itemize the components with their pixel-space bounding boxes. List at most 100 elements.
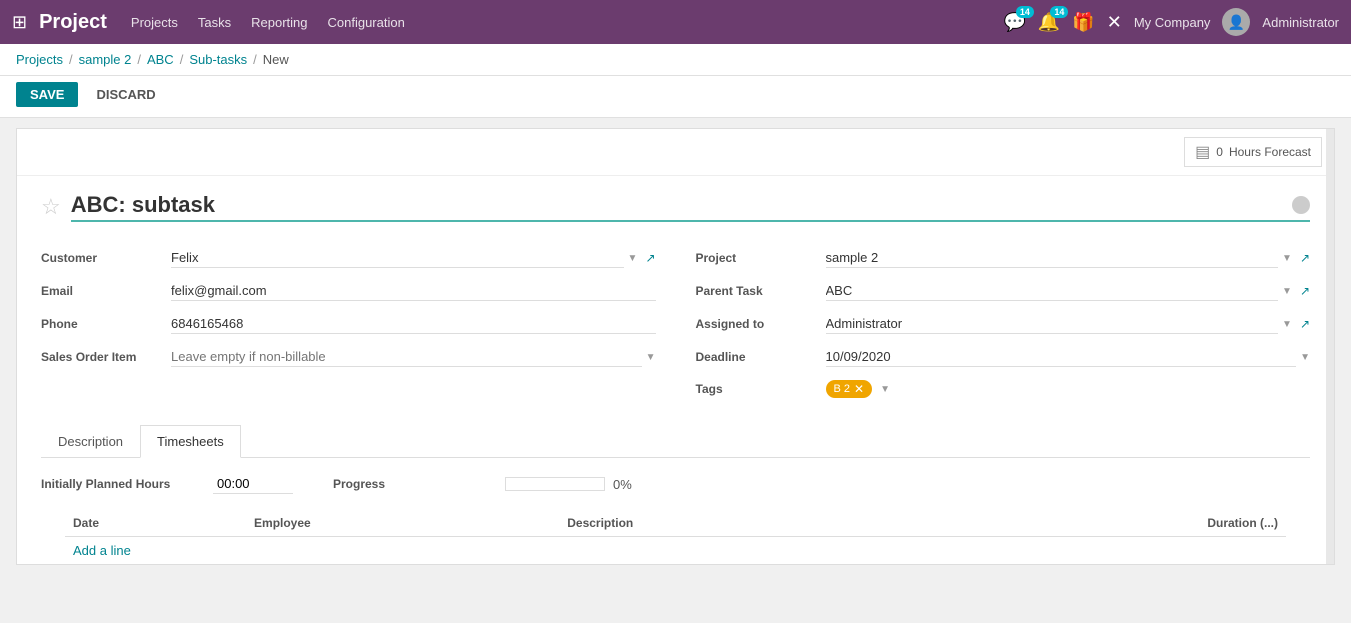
deadline-label: Deadline <box>696 350 826 364</box>
company-name[interactable]: My Company <box>1134 15 1211 30</box>
nav-reporting[interactable]: Reporting <box>251 11 307 34</box>
customer-field: Customer ▼ ↗ <box>41 242 656 275</box>
grid-menu-icon[interactable]: ⊞ <box>12 12 27 33</box>
tags-wrapper: B 2 ✕ ▼ <box>826 380 1311 398</box>
deadline-dropdown-arrow[interactable]: ▼ <box>1300 352 1310 363</box>
deadline-input[interactable] <box>826 347 1297 367</box>
phone-field: Phone <box>41 308 656 341</box>
email-input[interactable] <box>171 281 656 301</box>
title-area: ☆ <box>41 192 1310 222</box>
assigned-input[interactable] <box>826 314 1279 334</box>
email-field: Email <box>41 275 656 308</box>
tags-label: Tags <box>696 382 826 396</box>
admin-name[interactable]: Administrator <box>1262 15 1339 30</box>
col-date: Date <box>65 510 246 537</box>
forecast-grid-icon: ▤ <box>1195 142 1210 162</box>
main-area: ▤ 0 Hours Forecast ☆ Customer <box>0 118 1351 575</box>
deadline-wrapper: ▼ <box>826 347 1311 367</box>
action-bar: SAVE DISCARD <box>0 76 1351 118</box>
col-employee: Employee <box>246 510 559 537</box>
progress-percentage: 0% <box>613 477 632 492</box>
customer-input[interactable] <box>171 248 624 268</box>
task-title-input[interactable] <box>71 192 1310 222</box>
phone-label: Phone <box>41 317 171 331</box>
timesheet-table: Date Employee Description Duration (...) <box>65 510 1286 537</box>
tag-b2-remove-icon[interactable]: ✕ <box>854 382 864 396</box>
tag-b2-value: B 2 <box>834 383 851 395</box>
project-input[interactable] <box>826 248 1279 268</box>
hours-forecast-button[interactable]: ▤ 0 Hours Forecast <box>1184 137 1322 167</box>
save-button[interactable]: SAVE <box>16 82 78 107</box>
customer-select-wrapper: ▼ ↗ <box>171 248 656 268</box>
planned-hours-label: Initially Planned Hours <box>41 477 201 491</box>
add-line-link[interactable]: Add a line <box>65 537 139 564</box>
parent-task-external-link-icon[interactable]: ↗ <box>1300 284 1310 298</box>
top-navigation: ⊞ Project Projects Tasks Reporting Confi… <box>0 0 1351 44</box>
hours-forecast-value: 0 <box>1216 145 1223 159</box>
sales-order-input[interactable] <box>171 347 642 367</box>
progress-bar-container: 0% <box>505 477 632 492</box>
hours-forecast-label: Hours Forecast <box>1229 145 1311 159</box>
breadcrumb-sep-3: / <box>180 52 184 67</box>
customer-dropdown-arrow[interactable]: ▼ <box>628 253 638 264</box>
email-label: Email <box>41 284 171 298</box>
tags-dropdown-arrow[interactable]: ▼ <box>880 384 890 395</box>
tag-b2-badge: B 2 ✕ <box>826 380 873 398</box>
parent-task-label: Parent Task <box>696 284 826 298</box>
sales-order-wrapper: ▼ <box>171 347 656 367</box>
sales-order-label: Sales Order Item <box>41 350 171 364</box>
assigned-dropdown-arrow[interactable]: ▼ <box>1282 319 1292 330</box>
nav-configuration[interactable]: Configuration <box>327 11 404 34</box>
task-form: ☆ Customer ▼ ↗ <box>17 176 1334 458</box>
customer-external-link-icon[interactable]: ↗ <box>645 251 655 265</box>
project-field: Project ▼ ↗ <box>696 242 1311 275</box>
parent-task-input[interactable] <box>826 281 1279 301</box>
breadcrumb-sep-1: / <box>69 52 73 67</box>
project-select-wrapper: ▼ ↗ <box>826 248 1311 268</box>
sales-order-dropdown-arrow[interactable]: ▼ <box>646 352 656 363</box>
breadcrumb-sep-4: / <box>253 52 257 67</box>
app-title: Project <box>39 11 107 34</box>
status-circle[interactable] <box>1292 196 1310 214</box>
breadcrumb-abc[interactable]: ABC <box>147 52 174 67</box>
progress-label: Progress <box>333 477 493 491</box>
discard-button[interactable]: DISCARD <box>86 82 165 107</box>
content-card: ▤ 0 Hours Forecast ☆ Customer <box>16 128 1335 565</box>
breadcrumb-sample2[interactable]: sample 2 <box>79 52 132 67</box>
project-external-link-icon[interactable]: ↗ <box>1300 251 1310 265</box>
breadcrumb-subtasks[interactable]: Sub-tasks <box>189 52 247 67</box>
avatar[interactable]: 👤 <box>1222 8 1250 36</box>
form-fields-grid: Customer ▼ ↗ Email Phone <box>41 242 1310 405</box>
tab-description[interactable]: Description <box>41 425 140 458</box>
col-description: Description <box>559 510 912 537</box>
breadcrumb-current: New <box>263 52 289 67</box>
planned-hours-input[interactable] <box>213 474 293 494</box>
col-duration: Duration (...) <box>913 510 1286 537</box>
project-dropdown-arrow[interactable]: ▼ <box>1282 253 1292 264</box>
sales-order-field: Sales Order Item ▼ <box>41 341 656 374</box>
nav-links: Projects Tasks Reporting Configuration <box>131 11 1004 34</box>
assigned-label: Assigned to <box>696 317 826 331</box>
activity-badge: 14 <box>1050 6 1068 18</box>
phone-input[interactable] <box>171 314 656 334</box>
parent-task-dropdown-arrow[interactable]: ▼ <box>1282 286 1292 297</box>
progress-field: Progress 0% <box>333 477 632 492</box>
progress-bar-track <box>505 477 605 491</box>
close-icon[interactable]: ✕ <box>1107 12 1122 33</box>
project-label: Project <box>696 251 826 265</box>
tab-timesheets[interactable]: Timesheets <box>140 425 241 458</box>
nav-projects[interactable]: Projects <box>131 11 178 34</box>
hours-forecast-bar: ▤ 0 Hours Forecast <box>17 129 1334 176</box>
gift-icon[interactable]: 🎁 <box>1072 12 1094 33</box>
favorite-star-icon[interactable]: ☆ <box>41 194 61 220</box>
activity-icon[interactable]: 🔔 14 <box>1038 12 1060 33</box>
assigned-external-link-icon[interactable]: ↗ <box>1300 317 1310 331</box>
timesheet-table-area: Date Employee Description Duration (...)… <box>41 510 1310 564</box>
breadcrumb-sep-2: / <box>137 52 141 67</box>
assigned-wrapper: ▼ ↗ <box>826 314 1311 334</box>
customer-label: Customer <box>41 251 171 265</box>
discuss-icon[interactable]: 💬 14 <box>1003 12 1025 33</box>
nav-tasks[interactable]: Tasks <box>198 11 231 34</box>
right-scrollbar[interactable] <box>1326 129 1334 564</box>
breadcrumb-projects[interactable]: Projects <box>16 52 63 67</box>
